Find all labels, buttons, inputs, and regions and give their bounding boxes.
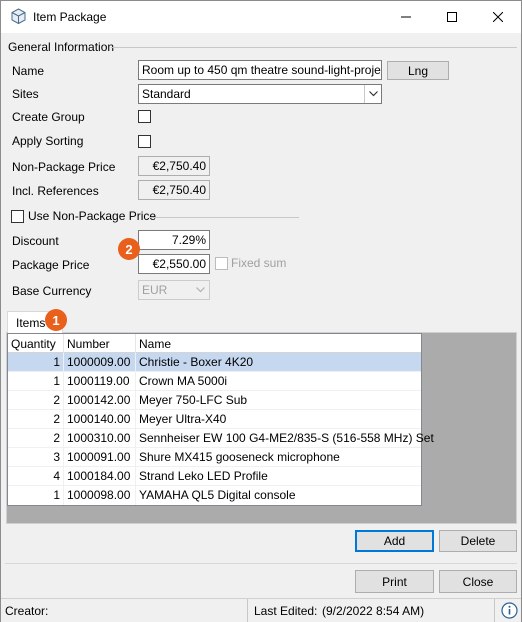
discount-field[interactable]: 7.29% [138,230,210,250]
chevron-down-icon [192,281,209,299]
maximize-icon [447,11,457,22]
close-window-button[interactable] [475,1,521,32]
table-row[interactable]: 2 1000142.00 Meyer 750-LFC Sub [8,391,421,410]
non-package-price-field: €2,750.40 [138,156,210,176]
number-cell: 1000009.00 [64,353,136,372]
close-button[interactable]: Close [439,570,517,593]
tab-items-label: Items [16,316,46,330]
name-label: Name [12,64,45,78]
incl-references-label: Incl. References [12,184,99,198]
non-package-price-label: Non-Package Price [12,160,116,174]
apply-sorting-checkbox[interactable] [138,135,151,148]
group-divider [111,47,517,48]
use-non-package-price-checkbox[interactable] [11,210,24,223]
number-cell: 1000098.00 [64,486,136,505]
fixed-sum-checkbox[interactable] [215,257,228,270]
name-cell: Christie - Boxer 4K20 [139,355,254,369]
last-edited-value: (9/2/2022 8:54 AM) [322,604,425,618]
package-icon [11,8,26,25]
callout-badge-2: 2 [118,238,140,260]
table-row[interactable]: 4 1000184.00 Strand Leko LED Profile [8,467,421,486]
name-cell: Strand Leko LED Profile [139,469,268,483]
maximize-button[interactable] [429,1,475,32]
name-cell: Meyer 750-LFC Sub [139,393,248,407]
chevron-down-icon[interactable] [364,85,381,103]
discount-label: Discount [12,234,59,248]
status-separator [494,599,495,622]
sites-select[interactable]: Standard [138,84,382,104]
lng-button[interactable]: Lng [387,61,449,80]
name-field[interactable]: Room up to 450 qm theatre sound-light-pr… [138,60,382,80]
table-row[interactable]: 1 1000098.00 YAMAHA QL5 Digital console [8,486,421,505]
table-row[interactable]: 2 1000310.00 Sennheiser EW 100 G4-ME2/83… [8,429,434,448]
general-information-heading: General Information [8,40,115,54]
sites-label: Sites [12,87,39,101]
creator-label: Creator: [5,604,49,618]
use-non-package-price-label: Use Non-Package Price [28,209,157,223]
number-cell: 1000140.00 [64,410,136,429]
last-edited-label: Last Edited: [254,604,318,618]
name-cell: Meyer Ultra-X40 [139,412,227,426]
minimize-icon [401,16,411,17]
name-cell: YAMAHA QL5 Digital console [139,488,296,502]
number-cell: 1000184.00 [64,467,136,486]
footer-divider [5,563,517,564]
items-table[interactable]: Quantity Number Name 1 1000009.00 Christ… [7,333,434,506]
group-divider [149,217,299,218]
window-title: Item Package [33,10,107,24]
package-price-field[interactable]: €2,550.00 [138,254,210,274]
package-price-label: Package Price [12,258,90,272]
quantity-cell: 4 [8,467,64,486]
table-header: Quantity Number Name [8,334,421,353]
create-group-label: Create Group [12,110,85,124]
close-icon [493,11,503,22]
status-separator [247,599,248,622]
print-button[interactable]: Print [355,570,434,593]
number-cell: 1000310.00 [64,429,136,448]
info-icon[interactable] [501,602,518,619]
column-header-quantity[interactable]: Quantity [8,334,64,353]
name-cell: Sennheiser EW 100 G4-ME2/835-S (516-558 … [139,431,434,445]
incl-references-field: €2,750.40 [138,180,210,200]
minimize-button[interactable] [383,1,429,32]
base-currency-label: Base Currency [12,284,92,298]
table-row[interactable]: 2 1000140.00 Meyer Ultra-X40 [8,410,421,429]
column-header-number[interactable]: Number [64,334,136,353]
number-cell: 1000091.00 [64,448,136,467]
quantity-cell: 2 [8,429,64,448]
table-row[interactable]: 3 1000091.00 Shure MX415 gooseneck micro… [8,448,421,467]
quantity-cell: 2 [8,410,64,429]
status-bar: Creator: Last Edited: (9/2/2022 8:54 AM) [1,598,521,622]
table-row[interactable]: 1 1000119.00 Crown MA 5000i [8,372,421,391]
quantity-cell: 1 [8,372,64,391]
quantity-cell: 1 [8,486,64,505]
quantity-cell: 1 [8,353,64,372]
name-cell: Crown MA 5000i [139,374,228,388]
sites-value: Standard [142,87,191,101]
quantity-cell: 3 [8,448,64,467]
base-currency-select[interactable]: EUR [138,280,210,300]
name-cell: Shure MX415 gooseneck microphone [139,450,340,464]
create-group-checkbox[interactable] [138,110,151,123]
callout-badge-1: 1 [45,309,67,331]
add-button[interactable]: Add [355,530,434,552]
fixed-sum-label: Fixed sum [231,256,287,270]
title-bar: Item Package [1,1,521,33]
quantity-cell: 2 [8,391,64,410]
delete-button[interactable]: Delete [439,530,517,552]
item-package-window: Item Package General Information Name Ro… [0,0,522,622]
column-header-name[interactable]: Name [136,334,421,353]
number-cell: 1000119.00 [64,372,136,391]
table-row[interactable]: 1 1000009.00 Christie - Boxer 4K20 [8,353,421,372]
apply-sorting-label: Apply Sorting [12,134,84,148]
number-cell: 1000142.00 [64,391,136,410]
base-currency-value: EUR [142,283,168,297]
